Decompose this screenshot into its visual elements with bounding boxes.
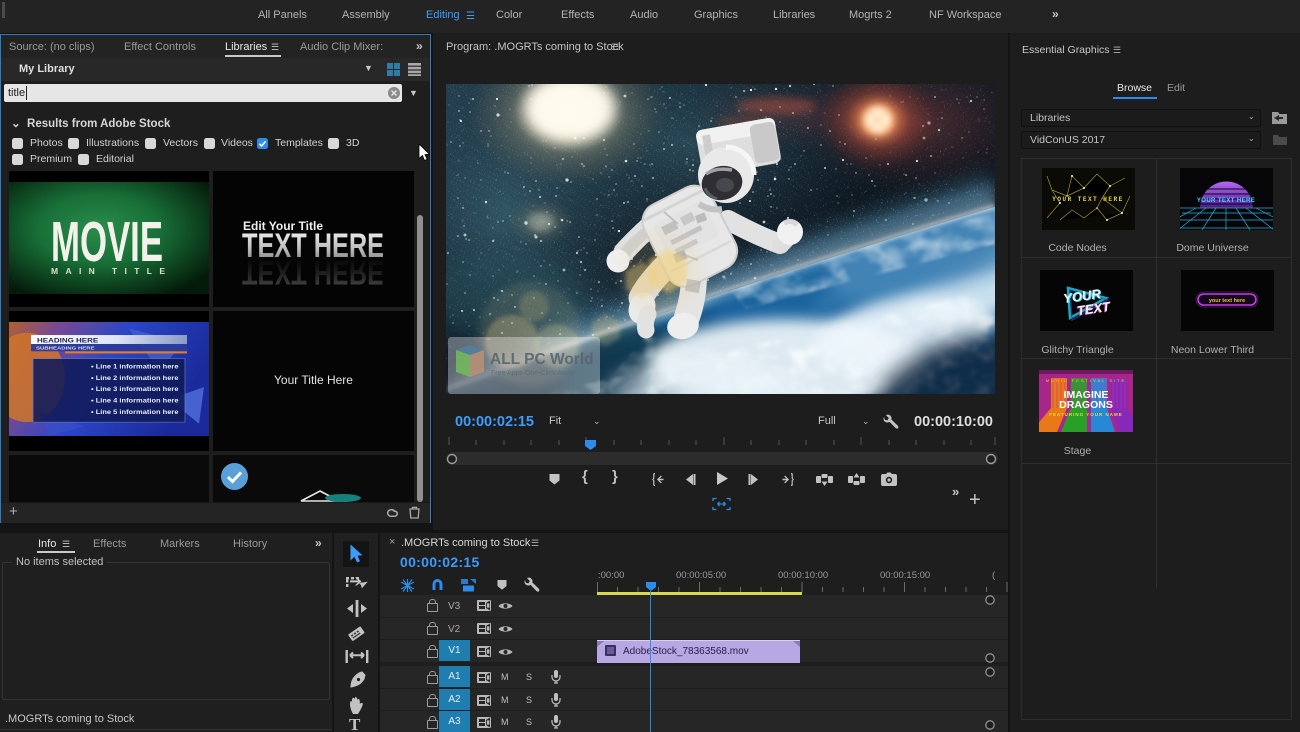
svg-text:MUSIC FESTIVAL SITE: MUSIC FESTIVAL SITE	[1046, 378, 1126, 383]
svg-text:• Line 5 information here: • Line 5 information here	[91, 410, 179, 416]
svg-text:TEXT HERE: TEXT HERE	[242, 253, 384, 291]
svg-text:your text here: your text here	[1209, 298, 1245, 304]
svg-text:YOUR TEXT HERE: YOUR TEXT HERE	[1052, 196, 1123, 203]
svg-text:MOVIE: MOVIE	[51, 210, 163, 274]
svg-text:YOUR TEXT HERE: YOUR TEXT HERE	[1197, 198, 1255, 204]
svg-text:SUBHEADING HERE: SUBHEADING HERE	[36, 346, 95, 351]
svg-text:• Line 4 information here: • Line 4 information here	[91, 398, 179, 404]
svg-text:ALL PC World: ALL PC World	[490, 351, 594, 368]
svg-text:FEATURING YOUR NAME: FEATURING YOUR NAME	[1049, 412, 1123, 417]
svg-text:• Line 1 information here: • Line 1 information here	[91, 364, 179, 370]
svg-text:• Line 3 information here: • Line 3 information here	[91, 387, 179, 393]
svg-text:HEADING HERE: HEADING HERE	[37, 336, 98, 344]
svg-text:DRAGONS: DRAGONS	[1059, 399, 1113, 411]
svg-text:• Line 2 information here: • Line 2 information here	[91, 375, 179, 381]
svg-text:Free Apps One-Click Away: Free Apps One-Click Away	[491, 370, 575, 377]
